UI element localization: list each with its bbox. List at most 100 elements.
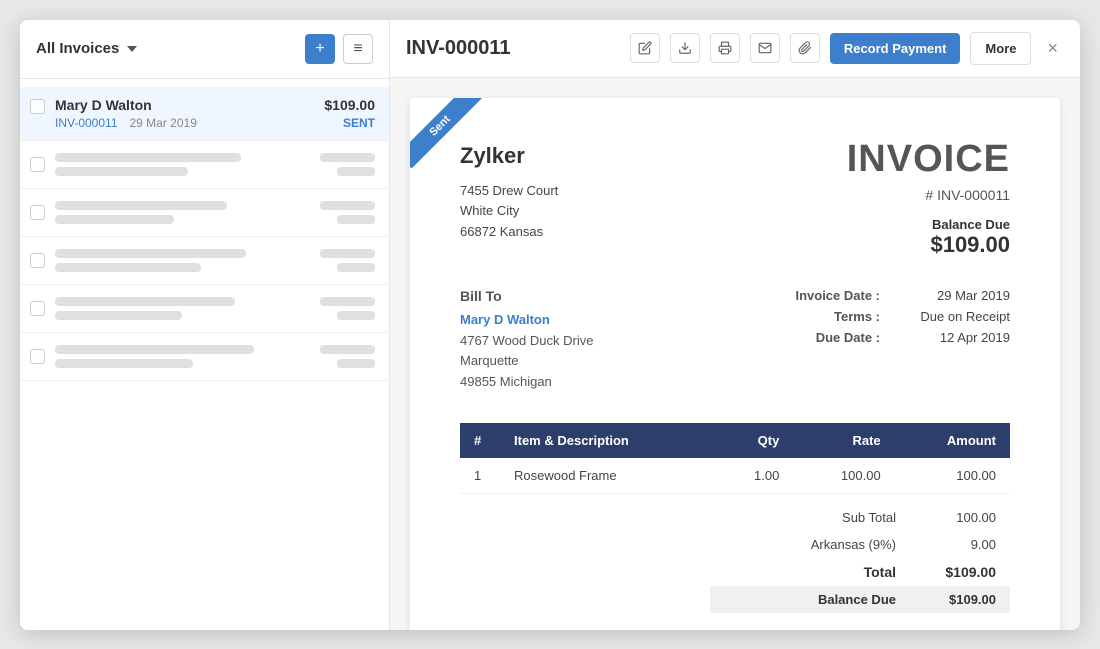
edit-button[interactable] — [630, 33, 660, 63]
print-button[interactable] — [710, 33, 740, 63]
row-qty: 1.00 — [714, 458, 794, 494]
placeholder-content — [55, 297, 320, 320]
invoice-customer-name: Mary D Walton — [55, 97, 324, 113]
tax-value: 9.00 — [916, 537, 996, 552]
list-item[interactable] — [20, 237, 389, 285]
row-rate: 100.00 — [793, 458, 894, 494]
invoice-title-block: INVOICE # INV-000011 Balance Due $109.00 — [847, 138, 1010, 258]
total-label: Total — [724, 564, 916, 580]
placeholder-right — [320, 345, 375, 368]
row-description: Rosewood Frame — [500, 458, 714, 494]
invoice-date-label: Invoice Date : — [780, 288, 880, 303]
email-button[interactable] — [750, 33, 780, 63]
sidebar: All Invoices + ≡ Mary D Walton INV-00001… — [20, 20, 390, 630]
main-content: INV-000011 Record Payment More — [390, 20, 1080, 630]
close-button[interactable]: × — [1041, 34, 1064, 63]
terms-row: Terms : Due on Receipt — [780, 309, 1010, 324]
add-invoice-button[interactable]: + — [305, 34, 335, 64]
menu-button[interactable]: ≡ — [343, 34, 373, 64]
placeholder-right — [320, 201, 375, 224]
list-item[interactable] — [20, 333, 389, 381]
subtotal-label: Sub Total — [724, 510, 916, 525]
invoice-checkbox[interactable] — [30, 157, 45, 172]
invoice-checkbox[interactable] — [30, 253, 45, 268]
col-num: # — [460, 423, 500, 458]
bill-to-address: 4767 Wood Duck Drive Marquette 49855 Mic… — [460, 331, 593, 393]
due-date-label: Due Date : — [780, 330, 880, 345]
invoice-checkbox[interactable] — [30, 205, 45, 220]
email-icon — [758, 41, 772, 55]
bill-address1: 4767 Wood Duck Drive — [460, 331, 593, 352]
invoice-checkbox[interactable] — [30, 349, 45, 364]
invoice-date-value: 29 Mar 2019 — [900, 288, 1010, 303]
dropdown-arrow-icon[interactable] — [127, 46, 137, 52]
col-amount: Amount — [895, 423, 1010, 458]
invoice-checkbox[interactable] — [30, 99, 45, 114]
subtotal-value: 100.00 — [916, 510, 996, 525]
balance-due-value-bottom: $109.00 — [916, 592, 996, 607]
more-button[interactable]: More — [970, 32, 1031, 65]
invoice-checkbox[interactable] — [30, 301, 45, 316]
terms-label: Terms : — [780, 309, 880, 324]
attach-button[interactable] — [790, 33, 820, 63]
invoice-summary: Sub Total 100.00 Arkansas (9%) 9.00 Tota… — [460, 504, 1010, 613]
subtotal-row: Sub Total 100.00 — [710, 504, 1010, 531]
invoice-info: Mary D Walton INV-000011 29 Mar 2019 — [55, 97, 324, 130]
invoice-scroll: Sent Zylker 7455 Drew Court White City 6… — [390, 78, 1080, 630]
invoice-amount: $109.00 — [324, 97, 375, 113]
row-amount: 100.00 — [895, 458, 1010, 494]
balance-due-row: Balance Due $109.00 — [710, 586, 1010, 613]
list-item[interactable] — [20, 189, 389, 237]
invoice-status: SENT — [324, 116, 375, 130]
col-rate: Rate — [793, 423, 894, 458]
tax-label: Arkansas (9%) — [724, 537, 916, 552]
placeholder-right — [320, 153, 375, 176]
terms-value: Due on Receipt — [900, 309, 1010, 324]
balance-due-label-top: Balance Due — [847, 217, 1010, 232]
invoice-list-item-active[interactable]: Mary D Walton INV-000011 29 Mar 2019 $10… — [20, 87, 389, 141]
invoice-date-row: Invoice Date : 29 Mar 2019 — [780, 288, 1010, 303]
table-row: 1 Rosewood Frame 1.00 100.00 100.00 — [460, 458, 1010, 494]
invoice-top: Zylker 7455 Drew Court White City 66872 … — [460, 138, 1010, 258]
sidebar-header: All Invoices + ≡ — [20, 20, 389, 79]
placeholder-content — [55, 153, 320, 176]
list-item[interactable] — [20, 141, 389, 189]
invoice-meta: INV-000011 29 Mar 2019 — [55, 116, 324, 130]
bill-to-name: Mary D Walton — [460, 312, 593, 327]
invoice-big-title: INVOICE — [847, 138, 1010, 181]
due-date-row: Due Date : 12 Apr 2019 — [780, 330, 1010, 345]
list-item[interactable] — [20, 285, 389, 333]
sent-ribbon: Sent — [410, 98, 490, 178]
invoice-list: Mary D Walton INV-000011 29 Mar 2019 $10… — [20, 79, 389, 630]
invoice-id: INV-000011 — [406, 37, 618, 60]
record-payment-button[interactable]: Record Payment — [830, 33, 961, 64]
bill-address2: Marquette — [460, 351, 593, 372]
app-window: All Invoices + ≡ Mary D Walton INV-00001… — [20, 20, 1080, 630]
balance-due-label-bottom: Balance Due — [724, 592, 916, 607]
bill-to: Bill To Mary D Walton 4767 Wood Duck Dri… — [460, 288, 593, 393]
tax-row: Arkansas (9%) 9.00 — [710, 531, 1010, 558]
invoice-document: Sent Zylker 7455 Drew Court White City 6… — [410, 98, 1060, 630]
invoice-date: 29 Mar 2019 — [130, 116, 197, 130]
sidebar-title-row: All Invoices — [36, 40, 137, 57]
invoice-number: INV-000011 — [55, 116, 118, 130]
placeholder-content — [55, 249, 320, 272]
main-toolbar: INV-000011 Record Payment More — [390, 20, 1080, 78]
bill-section: Bill To Mary D Walton 4767 Wood Duck Dri… — [460, 288, 1010, 393]
placeholder-right — [320, 297, 375, 320]
placeholder-content — [55, 345, 320, 368]
download-button[interactable] — [670, 33, 700, 63]
placeholder-content — [55, 201, 320, 224]
total-row: Total $109.00 — [710, 558, 1010, 586]
due-date-value: 12 Apr 2019 — [900, 330, 1010, 345]
download-icon — [678, 41, 692, 55]
placeholder-right — [320, 249, 375, 272]
invoice-table: # Item & Description Qty Rate Amount 1 R… — [460, 423, 1010, 494]
edit-icon — [638, 41, 652, 55]
print-icon — [718, 41, 732, 55]
company-address1: 7455 Drew Court — [460, 181, 558, 202]
balance-due-amount-top: $109.00 — [847, 232, 1010, 258]
row-num: 1 — [460, 458, 500, 494]
invoice-right: $109.00 SENT — [324, 97, 375, 130]
sent-ribbon-label: Sent — [410, 98, 482, 168]
